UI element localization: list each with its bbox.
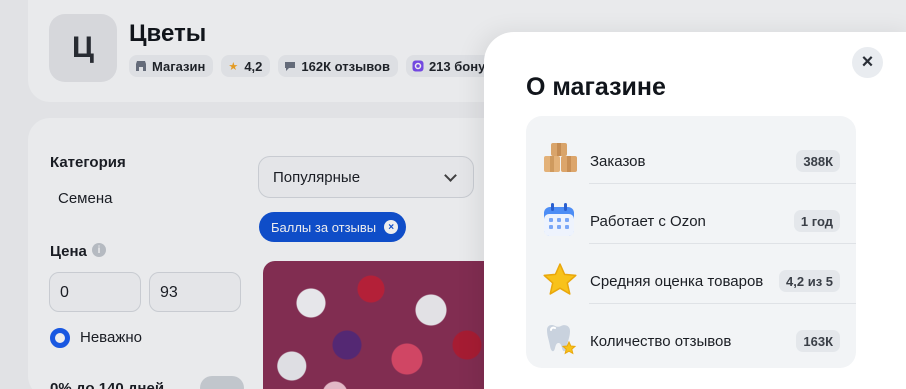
- modal-title: О магазине: [526, 73, 666, 101]
- stat-since-label: Работает с Ozon: [590, 213, 706, 230]
- close-icon: ×: [861, 51, 874, 73]
- star-icon: [542, 262, 578, 298]
- stat-reviews-value: 163К: [796, 330, 840, 352]
- boxes-icon: [542, 142, 578, 178]
- stat-row-rating: Средняя оценка товаров 4,2 из 5: [526, 244, 856, 304]
- calendar-icon: [542, 202, 578, 238]
- stat-since-value: 1 год: [793, 210, 840, 232]
- stat-rating-label: Средняя оценка товаров: [590, 273, 764, 290]
- stat-reviews-label: Количество отзывов: [590, 333, 732, 350]
- stat-row-since: Работает с Ozon 1 год: [526, 184, 856, 244]
- stat-orders-label: Заказов: [590, 153, 646, 170]
- stat-orders-value: 388К: [796, 150, 840, 172]
- stat-row-orders: Заказов 388К: [526, 124, 856, 184]
- stat-row-reviews: Количество отзывов 163К: [526, 304, 856, 364]
- stat-rating-value: 4,2 из 5: [779, 270, 840, 292]
- close-button[interactable]: ×: [852, 47, 883, 78]
- tooth-star-icon: [542, 322, 578, 358]
